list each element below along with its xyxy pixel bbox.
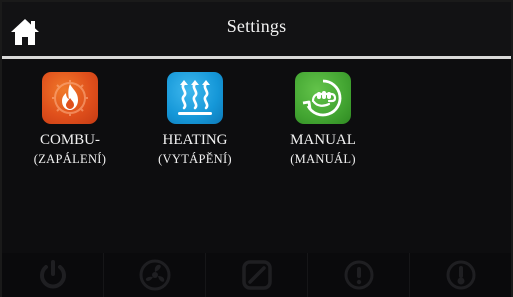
manual-tile[interactable]: MANUAL (MANUÁL) <box>258 72 388 182</box>
info-icon <box>344 260 373 290</box>
tile-sublabel: (VYTÁPĚNÍ) <box>158 152 232 166</box>
thermometer-icon <box>446 260 475 290</box>
thermostat-screen: Settings COMBU- (ZAPÁLENÍ) HEATING (VYTÁ… <box>0 0 513 297</box>
disable-button[interactable] <box>206 253 308 297</box>
power-button[interactable] <box>2 253 104 297</box>
tile-label: COMBU- <box>39 132 100 148</box>
flame-gear-icon <box>42 72 98 124</box>
tile-sublabel: (ZAPÁLENÍ) <box>33 152 107 166</box>
info-button[interactable] <box>308 253 410 297</box>
thermometer-button[interactable] <box>410 253 511 297</box>
tile-sublabel: (MANUÁL) <box>290 152 356 166</box>
manual-hand-icon <box>295 72 351 124</box>
tile-label: MANUAL <box>290 132 356 148</box>
heating-tile[interactable]: HEATING (VYTÁPĚNÍ) <box>130 72 260 182</box>
bottom-nav-bar <box>2 253 511 297</box>
fan-icon <box>139 259 170 291</box>
fan-button[interactable] <box>104 253 206 297</box>
tile-label: HEATING <box>162 132 228 148</box>
no-entry-icon <box>241 260 272 290</box>
combustion-tile[interactable]: COMBU- (ZAPÁLENÍ) <box>5 72 135 182</box>
header-bar: Settings <box>2 2 511 56</box>
settings-content: COMBU- (ZAPÁLENÍ) HEATING (VYTÁPĚNÍ) MAN… <box>2 59 511 253</box>
page-title: Settings <box>226 15 287 36</box>
power-icon <box>39 260 66 289</box>
heat-waves-icon <box>167 72 223 124</box>
